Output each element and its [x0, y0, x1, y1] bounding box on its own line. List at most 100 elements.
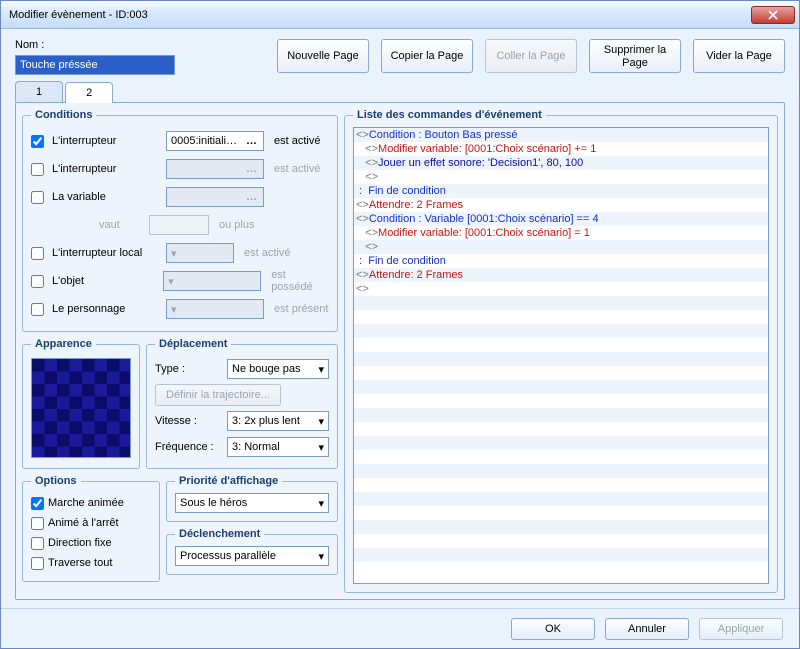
- move-speed-select[interactable]: 3: 2x plus lent▾: [227, 411, 329, 431]
- cond-switch2-field: …: [166, 159, 264, 179]
- opt-through-check[interactable]: [31, 557, 44, 570]
- move-freq-select[interactable]: 3: Normal▾: [227, 437, 329, 457]
- cond-object-check[interactable]: [31, 275, 44, 288]
- cmd-line[interactable]: [354, 492, 768, 506]
- cmd-line[interactable]: [354, 506, 768, 520]
- appearance-legend: Apparence: [31, 338, 96, 350]
- cancel-button[interactable]: Annuler: [605, 618, 689, 640]
- cond-actor-field: ▾: [166, 299, 264, 319]
- cmd-line[interactable]: <>Attendre: 2 Frames: [354, 268, 768, 282]
- trigger-group: Déclenchement Processus parallèle▾: [166, 528, 338, 575]
- event-editor-window: Modifier évènement - ID:003 Nom : Nouvel…: [0, 0, 800, 649]
- cond-vaut-label: vaut: [99, 219, 145, 231]
- movement-group: Déplacement Type : Ne bouge pas▾ Définir…: [146, 338, 338, 469]
- cond-switch1-field[interactable]: 0005:initialisation …: [166, 131, 264, 151]
- commands-legend: Liste des commandes d'événement: [353, 109, 546, 121]
- cmd-line[interactable]: [354, 450, 768, 464]
- move-freq-row: Fréquence : 3: Normal▾: [155, 434, 329, 460]
- cmd-line[interactable]: [354, 380, 768, 394]
- ellipsis-icon[interactable]: …: [244, 135, 259, 147]
- new-page-button[interactable]: Nouvelle Page: [277, 39, 369, 73]
- cmd-line[interactable]: : Fin de condition: [354, 184, 768, 198]
- priority-select[interactable]: Sous le héros▾: [175, 493, 329, 513]
- chevron-down-icon: ▾: [318, 497, 324, 510]
- cmd-line[interactable]: [354, 296, 768, 310]
- opt-stop-anim-check[interactable]: [31, 517, 44, 530]
- chevron-down-icon: ▾: [318, 415, 324, 428]
- conditions-legend: Conditions: [31, 109, 96, 121]
- cmd-line[interactable]: [354, 338, 768, 352]
- cond-variable-check[interactable]: [31, 191, 44, 204]
- chevron-down-icon: ▾: [171, 247, 177, 260]
- cmd-line[interactable]: [354, 436, 768, 450]
- delete-page-button[interactable]: Supprimer la Page: [589, 39, 681, 73]
- cmd-line[interactable]: [354, 408, 768, 422]
- move-type-select[interactable]: Ne bouge pas▾: [227, 359, 329, 379]
- cmd-line[interactable]: [354, 366, 768, 380]
- cmd-line[interactable]: [354, 548, 768, 562]
- move-type-label: Type :: [155, 363, 221, 375]
- cmd-line[interactable]: <>Attendre: 2 Frames: [354, 198, 768, 212]
- cond-switch2-label: L'interrupteur: [52, 163, 162, 175]
- cmd-line[interactable]: <>: [354, 170, 768, 184]
- name-input[interactable]: [15, 55, 175, 75]
- close-button[interactable]: [751, 6, 795, 24]
- tab-page-1[interactable]: 1: [15, 81, 63, 102]
- cmd-line[interactable]: <>Condition : Variable [0001:Choix scéna…: [354, 212, 768, 226]
- commands-group: Liste des commandes d'événement <>Condit…: [344, 109, 778, 593]
- cond-actor-check[interactable]: [31, 303, 44, 316]
- cmd-line[interactable]: <>Modifier variable: [0001:Choix scénari…: [354, 142, 768, 156]
- cmd-line[interactable]: [354, 352, 768, 366]
- movement-legend: Déplacement: [155, 338, 231, 350]
- cmd-line[interactable]: [354, 562, 768, 576]
- trigger-select[interactable]: Processus parallèle▾: [175, 546, 329, 566]
- cond-localswitch-check[interactable]: [31, 247, 44, 260]
- ok-button[interactable]: OK: [511, 618, 595, 640]
- cond-switch2-row: L'interrupteur … est activé: [31, 155, 329, 183]
- cmd-line[interactable]: <>Jouer un effet sonore: 'Decision1', 80…: [354, 156, 768, 170]
- left-column: Conditions L'interrupteur 0005:initialis…: [22, 109, 338, 593]
- cond-actor-suffix: est présent: [274, 303, 328, 315]
- cmd-line[interactable]: [354, 520, 768, 534]
- name-block: Nom :: [15, 39, 175, 75]
- stack-box: Priorité d'affichage Sous le héros▾ Décl…: [166, 475, 338, 582]
- commands-list[interactable]: <>Condition : Bouton Bas pressé <>Modifi…: [353, 127, 769, 584]
- opt-dir-fix-check[interactable]: [31, 537, 44, 550]
- cond-localswitch-field: ▾: [166, 243, 234, 263]
- cmd-line[interactable]: <>: [354, 240, 768, 254]
- name-label: Nom :: [15, 39, 175, 51]
- cmd-line[interactable]: [354, 324, 768, 338]
- cmd-line[interactable]: [354, 394, 768, 408]
- mid-row: Apparence Déplacement Type : Ne bouge pa…: [22, 338, 338, 469]
- cond-switch1-label: L'interrupteur: [52, 135, 162, 147]
- clear-page-button[interactable]: Vider la Page: [693, 39, 785, 73]
- cmd-line[interactable]: <>Modifier variable: [0001:Choix scénari…: [354, 226, 768, 240]
- cmd-line[interactable]: : Fin de condition: [354, 254, 768, 268]
- cmd-line[interactable]: [354, 422, 768, 436]
- cond-switch1-check[interactable]: [31, 135, 44, 148]
- cmd-line[interactable]: [354, 310, 768, 324]
- ellipsis-icon: …: [244, 191, 259, 203]
- opt-walk-anim-check[interactable]: [31, 497, 44, 510]
- copy-page-button[interactable]: Copier la Page: [381, 39, 473, 73]
- cond-object-row: L'objet ▾ est possédé: [31, 267, 329, 295]
- options-group: Options Marche animée Animé à l'arrêt Di…: [22, 475, 160, 582]
- options-legend: Options: [31, 475, 81, 487]
- titlebar: Modifier évènement - ID:003: [1, 1, 799, 29]
- tab-page-2[interactable]: 2: [65, 82, 113, 103]
- footer: OK Annuler Appliquer: [1, 608, 799, 648]
- cmd-line[interactable]: [354, 534, 768, 548]
- cmd-line[interactable]: <>Condition : Bouton Bas pressé: [354, 128, 768, 142]
- cond-switch2-check[interactable]: [31, 163, 44, 176]
- cmd-line[interactable]: <>: [354, 282, 768, 296]
- main-panel: Conditions L'interrupteur 0005:initialis…: [15, 102, 785, 600]
- cond-vaut-suffix: ou plus: [219, 219, 254, 231]
- cmd-line[interactable]: [354, 478, 768, 492]
- cond-actor-label: Le personnage: [52, 303, 162, 315]
- move-speed-label: Vitesse :: [155, 415, 221, 427]
- cmd-line[interactable]: [354, 464, 768, 478]
- appearance-preview[interactable]: [31, 358, 131, 458]
- cond-object-label: L'objet: [52, 275, 159, 287]
- cond-localswitch-label: L'interrupteur local: [52, 247, 162, 259]
- cond-switch1-row: L'interrupteur 0005:initialisation … est…: [31, 127, 329, 155]
